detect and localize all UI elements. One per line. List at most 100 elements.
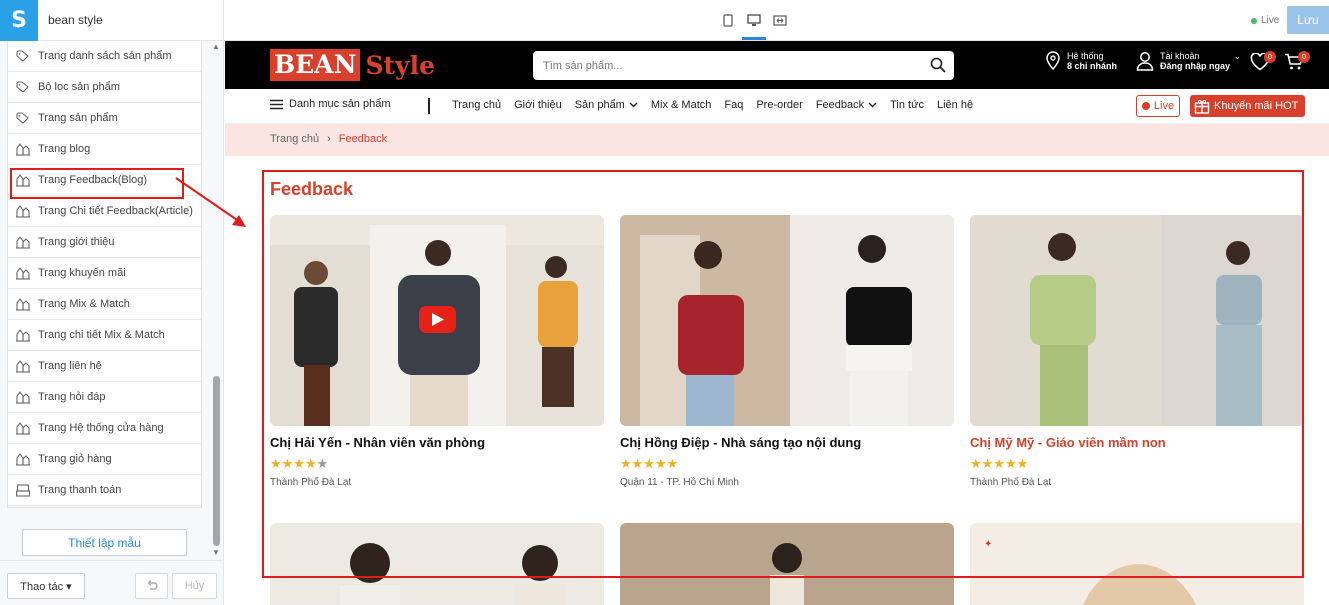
nav-link-8[interactable]: Liên hệ <box>937 99 973 111</box>
nav-link-0[interactable]: Trang chủ <box>452 99 501 111</box>
feedback-card-image[interactable] <box>620 523 954 605</box>
feedback-card-image[interactable]: ✦ <box>970 523 1304 605</box>
chevron-down-icon <box>629 102 638 108</box>
undo-icon <box>147 579 158 590</box>
site-search-input[interactable] <box>543 56 903 75</box>
rating-stars: ★★★★★ <box>620 456 954 472</box>
nav-link-1[interactable]: Giới thiệu <box>514 99 562 111</box>
scroll-thumb[interactable] <box>213 376 220 546</box>
sidebar-item-13[interactable]: Trang giỏ hàng <box>8 444 201 475</box>
feedback-location: Thành Phố Đà Lạt <box>270 477 352 488</box>
feedback-location: Thành Phố Đà Lạt <box>970 477 1052 488</box>
blog-icon <box>14 203 32 219</box>
desktop-icon[interactable] <box>742 10 766 40</box>
feedback-customer-name[interactable]: Chị Hồng Điệp - Nhà sáng tạo nội dung <box>620 435 954 450</box>
sidebar-item-label: Trang chi tiết Mix & Match <box>38 329 165 341</box>
star-filled-icon: ★★★★★ <box>620 456 679 471</box>
store-locator[interactable]: Hệ thống 8 chi nhánh <box>1045 51 1117 71</box>
scroll-up-icon[interactable]: ▲ <box>212 42 220 51</box>
wishlist-badge: 0 <box>1264 51 1276 63</box>
sidebar-item-label: Trang blog <box>38 143 91 155</box>
wishlist-button[interactable]: 0 <box>1250 51 1276 76</box>
cart-button[interactable]: 0 <box>1284 51 1310 76</box>
cancel-button[interactable]: Hủy <box>172 573 217 599</box>
star-filled-icon: ★★★★ <box>270 456 317 471</box>
sidebar-item-label: Trang Hệ thống cửa hàng <box>38 422 164 434</box>
sidebar-item-2[interactable]: Trang sản phẩm <box>8 103 201 134</box>
sidebar-item-12[interactable]: Trang Hệ thống cửa hàng <box>8 413 201 444</box>
tag-icon <box>14 48 32 64</box>
sidebar-item-label: Trang thanh toán <box>38 484 122 496</box>
blog-icon <box>14 358 32 374</box>
scroll-down-icon[interactable]: ▼ <box>212 548 220 557</box>
breadcrumb-current: Feedback <box>338 133 388 145</box>
sidebar-scrollbar[interactable]: ▲ ▼ <box>211 41 221 561</box>
sidebar-item-label: Trang liên hệ <box>38 360 102 372</box>
sidebar-item-0[interactable]: Trang danh sách sản phẩm <box>8 41 201 72</box>
topbar-divider <box>223 0 224 41</box>
breadcrumb-separator: › <box>327 133 331 145</box>
actions-dropdown[interactable]: Thao tác ▾ <box>7 573 85 599</box>
blog-icon <box>14 420 32 436</box>
account-menu[interactable]: Tài khoản Đăng nhập ngay ⌄ <box>1136 51 1241 71</box>
nav-link-4[interactable]: Faq <box>724 99 743 111</box>
nav-link-label: Trang chủ <box>452 99 502 111</box>
store-name: bean style <box>48 13 103 27</box>
feedback-card[interactable]: Chị Hồng Điệp - Nhà sáng tạo nội dung ★★… <box>620 215 954 488</box>
feedback-customer-name[interactable]: Chị Mỹ Mỹ - Giáo viên mầm non <box>970 435 1304 450</box>
feedback-card-image[interactable] <box>270 523 604 605</box>
sidebar-item-1[interactable]: Bộ lọc sản phẩm <box>8 72 201 103</box>
nav-link-3[interactable]: Mix & Match <box>651 99 712 111</box>
feedback-customer-name[interactable]: Chị Hải Yến - Nhân viên văn phòng <box>270 435 604 450</box>
site-header: BEAN Style Hệ thống8 chi nhánh Tài khoản… <box>225 41 1329 89</box>
chevron-down-icon: ⌄ <box>1234 51 1241 61</box>
live-button[interactable]: Live <box>1136 95 1180 117</box>
blog-icon <box>14 265 32 281</box>
feedback-image[interactable] <box>620 215 954 426</box>
site-logo-part2: Style <box>365 50 435 80</box>
chevron-down-icon <box>868 102 877 108</box>
sidebar-item-5[interactable]: Trang Chi tiết Feedback(Article) <box>8 196 201 227</box>
sidebar-item-6[interactable]: Trang giới thiệu <box>8 227 201 258</box>
nav-link-6[interactable]: Feedback <box>816 99 877 111</box>
app-logo-letter: S <box>11 8 27 33</box>
save-button[interactable]: Lưu <box>1287 6 1329 34</box>
setup-template-button[interactable]: Thiết lập mẫu <box>22 529 187 556</box>
store-locator-label: Hệ thống <box>1067 51 1104 61</box>
undo-button[interactable] <box>135 573 168 599</box>
rating-stars: ★★★★★ <box>970 456 1304 472</box>
feedback-card[interactable]: Chị Mỹ Mỹ - Giáo viên mầm non ★★★★★ Thàn… <box>970 215 1304 488</box>
sidebar-item-label: Bộ lọc sản phẩm <box>38 81 120 93</box>
device-switcher <box>720 10 788 40</box>
sidebar-item-14[interactable]: Trang thanh toán <box>8 475 201 506</box>
sidebar-item-3[interactable]: Trang blog <box>8 134 201 165</box>
store-count: 8 chi nhánh <box>1067 61 1118 71</box>
sidebar-item-4[interactable]: Trang Feedback(Blog) <box>8 165 201 196</box>
breadcrumb-home[interactable]: Trang chủ <box>270 133 319 145</box>
hot-promo-label: Khuyến mãi HOT <box>1214 100 1299 112</box>
feedback-card[interactable]: Chị Hải Yến - Nhân viên văn phòng ★★★★★ … <box>270 215 604 488</box>
sidebar-item-10[interactable]: Trang liên hệ <box>8 351 201 382</box>
site-logo[interactable]: BEAN Style <box>270 49 435 81</box>
category-menu[interactable]: Danh mục sản phẩm <box>270 98 391 110</box>
hot-promo-button[interactable]: Khuyến mãi HOT <box>1190 95 1305 117</box>
tablet-icon[interactable] <box>720 10 736 30</box>
site-logo-part1: BEAN <box>270 49 361 81</box>
nav-link-5[interactable]: Pre-order <box>756 99 802 111</box>
search-icon[interactable] <box>930 57 946 78</box>
sidebar-item-11[interactable]: Trang hỏi đáp <box>8 382 201 413</box>
sidebar-item-label: Trang Mix & Match <box>38 298 130 310</box>
sidebar-item-label: Trang Chi tiết Feedback(Article) <box>38 205 193 217</box>
fullwidth-icon[interactable] <box>772 10 788 30</box>
app-logo[interactable]: S <box>0 0 38 41</box>
sidebar-item-7[interactable]: Trang khuyến mãi <box>8 258 201 289</box>
nav-link-label: Liên hệ <box>936 99 974 111</box>
nav-link-label: Tin tức <box>890 99 924 111</box>
nav-link-2[interactable]: Sản phẩm <box>575 99 638 111</box>
sidebar-item-9[interactable]: Trang chi tiết Mix & Match <box>8 320 201 351</box>
feedback-video-thumbnail[interactable] <box>270 215 604 426</box>
feedback-image[interactable] <box>970 215 1304 426</box>
nav-link-7[interactable]: Tin tức <box>890 99 924 111</box>
login-link: Đăng nhập ngay <box>1160 61 1231 71</box>
sidebar-item-8[interactable]: Trang Mix & Match <box>8 289 201 320</box>
